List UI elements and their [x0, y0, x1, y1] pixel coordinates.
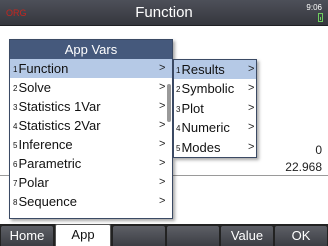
menu-item-inference[interactable]: 5Inference > [10, 135, 172, 154]
submenu-item-modes[interactable]: 5Modes > [174, 138, 256, 157]
clock: 9:06 [306, 3, 322, 12]
app-title: Function [135, 4, 193, 21]
menu-item-sequence[interactable]: 8Sequence > [10, 192, 172, 211]
menu-item-number: 2 [176, 85, 181, 95]
history-result: 22.968 [285, 160, 322, 174]
menu-item-number: 6 [13, 160, 18, 169]
menu-item-number: 5 [13, 141, 18, 150]
chevron-right-icon: > [248, 101, 255, 114]
menu-item-label: Inference [18, 137, 73, 152]
chevron-right-icon: > [159, 62, 166, 74]
menu-item-statistics-1var[interactable]: 3Statistics 1Var > [10, 97, 172, 116]
menu-item-label: Results [181, 62, 225, 77]
chevron-right-icon: > [159, 195, 166, 207]
chevron-right-icon: > [159, 176, 166, 188]
menu-item-label: Function [18, 61, 69, 76]
menu-scrollbar[interactable] [167, 84, 171, 122]
app-vars-menu: App Vars 1Function > 2Solve > 3Statistic… [9, 39, 173, 219]
chevron-right-icon: > [248, 140, 255, 153]
menu-item-number: 4 [13, 122, 18, 131]
chevron-right-icon: > [159, 138, 166, 150]
submenu-item-numeric[interactable]: 4Numeric > [174, 118, 256, 137]
menu-item-solve[interactable]: 2Solve > [10, 78, 172, 97]
submenu-item-symbolic[interactable]: 2Symbolic > [174, 79, 256, 98]
menu-item-statistics-2var[interactable]: 4Statistics 2Var > [10, 116, 172, 135]
app-softkey[interactable]: App [55, 224, 111, 246]
chevron-right-icon: > [159, 100, 166, 112]
menu-item-number: 5 [176, 143, 181, 153]
menu-item-number: 3 [176, 104, 181, 114]
menu-item-label: Numeric [181, 120, 230, 136]
chevron-right-icon: > [248, 63, 255, 75]
battery-icon [318, 13, 323, 22]
menu-item-label: Solve [18, 80, 51, 95]
menu-item-label: Statistics 2Var [18, 118, 101, 133]
history-result: 0 [315, 143, 322, 157]
blank-softkey[interactable] [167, 226, 219, 246]
menu-item-number: 1 [13, 65, 18, 74]
chevron-right-icon: > [159, 119, 166, 131]
menu-item-parametric[interactable]: 6Parametric > [10, 154, 172, 173]
menu-item-label: Polar [18, 175, 49, 190]
menu-item-label: Plot [181, 100, 204, 116]
menu-item-number: 4 [176, 124, 181, 134]
menu-item-label: Parametric [18, 156, 82, 171]
blank-softkey[interactable] [113, 226, 165, 246]
menu-title: App Vars [10, 40, 172, 59]
menu-item-function[interactable]: 1Function > [10, 59, 172, 78]
submenu-item-plot[interactable]: 3Plot > [174, 99, 256, 118]
chevron-right-icon: > [248, 82, 255, 95]
menu-item-label: Sequence [18, 194, 78, 209]
menu-item-label: Modes [181, 139, 221, 155]
menu-item-number: 3 [13, 103, 18, 112]
menu-item-number: 2 [13, 84, 18, 93]
title-bar: ORG Function 9:06 [0, 0, 328, 26]
menu-item-label: Symbolic [181, 81, 235, 97]
menu-item-polar[interactable]: 7Polar > [10, 173, 172, 192]
softkey-bar: Home App Value OK [0, 224, 328, 246]
value-softkey[interactable]: Value [221, 226, 273, 246]
menu-item-number: 7 [13, 179, 18, 188]
submenu-item-results[interactable]: 1Results > [174, 60, 256, 80]
home-softkey[interactable]: Home [1, 226, 53, 246]
menu-item-label: Statistics 1Var [18, 99, 101, 114]
menu-item-number: 8 [13, 198, 18, 207]
chevron-right-icon: > [159, 157, 166, 169]
menu-item-number: 1 [176, 66, 181, 75]
function-submenu: 1Results > 2Symbolic > 3Plot > 4Numeric … [173, 59, 257, 158]
ok-softkey[interactable]: OK [275, 226, 327, 246]
chevron-right-icon: > [248, 121, 255, 134]
chevron-right-icon: > [159, 81, 166, 93]
